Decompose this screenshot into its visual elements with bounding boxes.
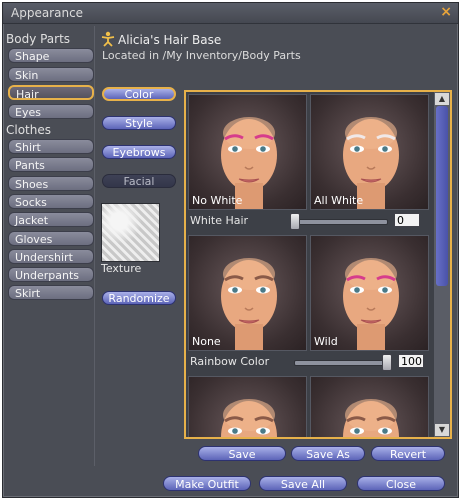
save-all-button[interactable]: Save All: [259, 476, 347, 491]
sidebar-item-eyes[interactable]: Eyes: [8, 103, 94, 119]
face-preview-icon: [343, 258, 399, 350]
close-icon[interactable]: ×: [440, 4, 452, 20]
face-preview-icon: [221, 117, 277, 209]
preview-tile[interactable]: [188, 376, 307, 437]
body-parts-heading: Body Parts: [6, 32, 71, 46]
slider-value-field[interactable]: 0: [394, 213, 420, 227]
slider-value-field[interactable]: 100: [398, 354, 424, 368]
sidebar-item-hair[interactable]: Hair: [8, 85, 94, 101]
preview-tile[interactable]: Wild: [310, 235, 429, 351]
inventory-location: Located in /My Inventory/Body Parts: [102, 49, 301, 62]
sidebar-item-socks[interactable]: Socks: [8, 193, 94, 209]
slider-row: Rainbow Color 100: [186, 353, 434, 371]
sidebar-item-pants[interactable]: Pants: [8, 157, 94, 173]
face-preview-icon: [343, 399, 399, 437]
tab-color[interactable]: Color: [102, 87, 176, 101]
sidebar-item-undershirt[interactable]: Undershirt: [8, 248, 94, 264]
scroll-up-icon[interactable]: ▲: [435, 93, 449, 105]
close-button[interactable]: Close: [357, 476, 445, 491]
scroll-down-icon[interactable]: ▼: [435, 424, 449, 436]
sidebar-item-jacket[interactable]: Jacket: [8, 212, 94, 228]
scroll-thumb[interactable]: [436, 106, 448, 286]
face-preview-icon: [343, 117, 399, 209]
slider-thumb[interactable]: [290, 213, 300, 230]
tile-caption: All White: [314, 194, 364, 207]
preview-tile[interactable]: [310, 376, 429, 437]
slider-thumb[interactable]: [382, 354, 392, 371]
slider-label: Rainbow Color: [190, 355, 270, 368]
tile-caption: Wild: [314, 335, 338, 348]
title-bar[interactable]: Appearance ×: [3, 3, 458, 24]
tile-caption: None: [192, 335, 221, 348]
randomize-button[interactable]: Randomize: [102, 291, 176, 305]
clothes-heading: Clothes: [6, 123, 51, 137]
preview-tile[interactable]: All White: [310, 94, 429, 210]
texture-swatch[interactable]: [101, 203, 160, 262]
revert-button[interactable]: Revert: [371, 446, 445, 461]
make-outfit-button[interactable]: Make Outfit: [163, 476, 251, 491]
slider-row: White Hair 0: [186, 212, 434, 230]
sidebar-item-skirt[interactable]: Skirt: [8, 285, 94, 301]
slider-track[interactable]: [294, 360, 392, 366]
tab-eyebrows[interactable]: Eyebrows: [102, 145, 176, 159]
sidebar-item-shoes[interactable]: Shoes: [8, 175, 94, 191]
preview-tile[interactable]: None: [188, 235, 307, 351]
tab-style[interactable]: Style: [102, 116, 176, 130]
save-as-button[interactable]: Save As: [291, 446, 365, 461]
sidebar-item-shape[interactable]: Shape: [8, 48, 94, 63]
face-preview-icon: [221, 258, 277, 350]
person-icon: [101, 31, 115, 47]
slider-track[interactable]: [290, 219, 388, 225]
parameter-grid: No White All White White Hair 0 None Wild Rain…: [184, 90, 452, 439]
window-title: Appearance: [11, 6, 84, 20]
save-button[interactable]: Save: [198, 446, 286, 461]
sidebar-item-underpants[interactable]: Underpants: [8, 267, 94, 283]
preview-tile[interactable]: No White: [188, 94, 307, 210]
part-title: Alicia's Hair Base: [118, 33, 222, 47]
scrollbar[interactable]: ▲ ▼: [434, 92, 450, 437]
tile-caption: No White: [192, 194, 243, 207]
slider-label: White Hair: [190, 214, 249, 227]
texture-label: Texture: [101, 262, 142, 275]
face-preview-icon: [221, 399, 277, 437]
sidebar-item-skin[interactable]: Skin: [8, 66, 94, 82]
sidebar-item-gloves[interactable]: Gloves: [8, 230, 94, 246]
tab-facial: Facial: [102, 174, 176, 188]
sidebar-item-shirt[interactable]: Shirt: [8, 139, 94, 154]
